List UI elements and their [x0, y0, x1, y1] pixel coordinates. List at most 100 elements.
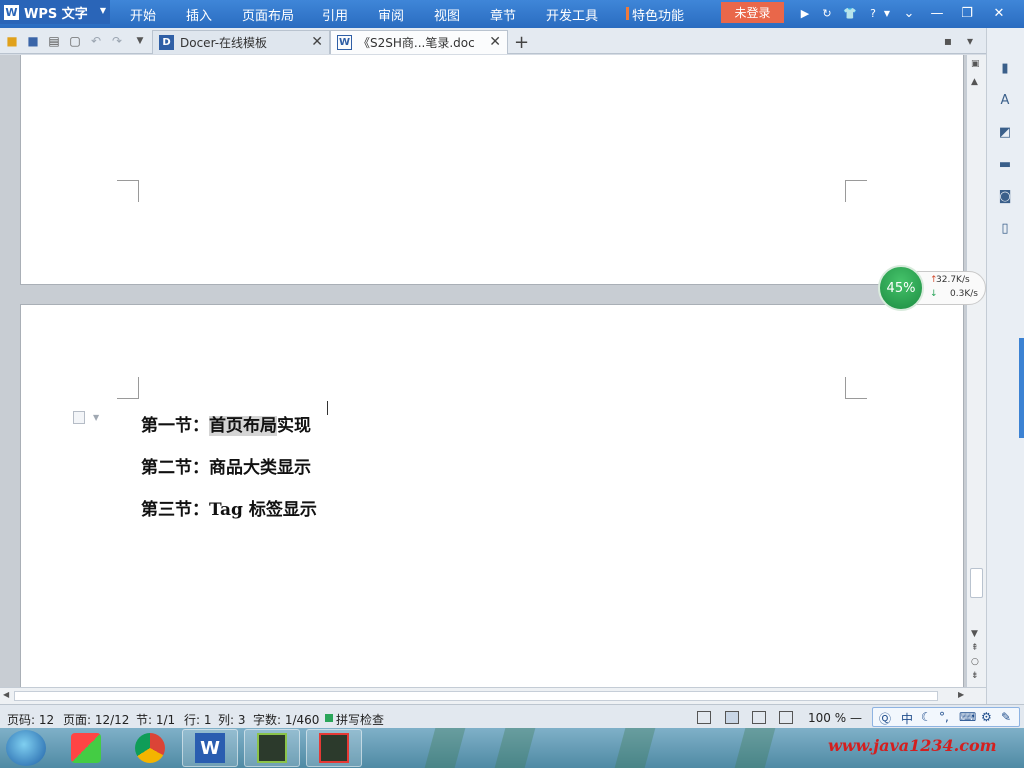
scroll-down-icon[interactable]: ▼: [971, 629, 978, 639]
sync-icon[interactable]: ↻: [820, 6, 834, 20]
punctuation-icon[interactable]: °,: [939, 710, 949, 724]
scroll-thumb[interactable]: [970, 568, 983, 598]
taskbar-app-recorder[interactable]: [244, 729, 300, 767]
moon-icon[interactable]: ☾: [921, 710, 932, 724]
wallpaper-decoration: [494, 728, 536, 768]
upload-speed: 32.7K/s: [936, 275, 970, 285]
close-icon[interactable]: ✕: [489, 34, 501, 50]
skin-icon[interactable]: 👕: [843, 6, 857, 20]
vertical-scrollbar[interactable]: ▣ ▲ ▼ ⇞ ○ ⇟: [966, 55, 986, 687]
line-prefix: 第一节：: [141, 416, 209, 436]
app-menu-button[interactable]: W WPS 文字 ▼: [0, 0, 110, 24]
collapse-ribbon-icon[interactable]: ⌄: [898, 4, 920, 22]
docer-icon: D: [159, 35, 174, 50]
taskbar-app-recorder-2[interactable]: [306, 729, 362, 767]
chevron-down-icon[interactable]: ▼: [132, 33, 148, 49]
word-count[interactable]: 字数: 1/460: [253, 711, 319, 728]
document-info-icon[interactable]: ▯: [997, 220, 1013, 236]
tab-developer[interactable]: 开发工具: [546, 5, 598, 24]
open-folder-icon[interactable]: ■: [4, 33, 20, 49]
doc-line-2[interactable]: 第二节：商品大类显示: [141, 453, 311, 478]
print-preview-icon[interactable]: ▢: [67, 33, 83, 49]
tab-features[interactable]: 特色功能: [632, 5, 684, 24]
margin-corner: [845, 180, 867, 202]
window-mode-icon[interactable]: ▪: [940, 33, 956, 49]
close-icon[interactable]: ✕: [311, 34, 323, 50]
tab-references[interactable]: 引用: [322, 5, 348, 24]
zoom-level[interactable]: 100 %: [808, 711, 846, 725]
tab-document[interactable]: W 《S2SH商...笔录.doc ✕: [330, 30, 508, 54]
chrome-icon: [135, 733, 165, 763]
chevron-down-icon[interactable]: ▼: [93, 413, 99, 422]
start-button[interactable]: [6, 730, 46, 766]
ime-language[interactable]: 中: [901, 710, 913, 727]
doc-line-3[interactable]: 第三节：Tag 标签显示: [141, 495, 317, 520]
tab-chapter[interactable]: 章节: [490, 5, 516, 24]
focus-mode-icon[interactable]: [697, 711, 711, 724]
undo-icon[interactable]: ↶: [88, 33, 104, 49]
split-view-icon[interactable]: ▣: [971, 59, 980, 69]
tab-review[interactable]: 审阅: [378, 5, 404, 24]
chevron-down-icon[interactable]: ▼: [880, 6, 894, 20]
ime-toolbar[interactable]: Ⓠ 中 ☾ °, ⌨ ⚙ ✎: [872, 707, 1020, 727]
new-document-icon[interactable]: ▮: [997, 60, 1013, 76]
chevron-down-icon: ▼: [99, 6, 106, 15]
add-tab-button[interactable]: +: [514, 32, 529, 53]
network-speed-widget[interactable]: 45% 32.7K/s ↑ ↓ 0.3K/s: [878, 265, 986, 311]
scroll-thumb[interactable]: [14, 691, 938, 701]
close-icon[interactable]: ✕: [988, 4, 1010, 22]
print-icon[interactable]: ▤: [46, 33, 62, 49]
select-icon[interactable]: ◩: [997, 124, 1013, 140]
document-page[interactable]: ▼ 第一节：首页布局实现 第二节：商品大类显示 第三节：Tag 标签显示: [20, 304, 964, 687]
wallpaper-decoration: [734, 728, 776, 768]
tab-home[interactable]: 开始: [130, 5, 156, 24]
page-view-icon[interactable]: [725, 711, 739, 724]
tab-label: Docer-在线模板: [180, 36, 268, 50]
save-icon[interactable]: ■: [25, 33, 41, 49]
margin-corner: [845, 377, 867, 399]
minimize-icon[interactable]: —: [926, 4, 948, 22]
windows-media-icon: [71, 733, 101, 763]
doc-line-1[interactable]: 第一节：首页布局实现: [141, 411, 311, 436]
play-icon[interactable]: ▶: [798, 6, 812, 20]
redo-icon[interactable]: ↷: [109, 33, 125, 49]
wallpaper-decoration: [424, 728, 466, 768]
screen-recorder-icon: [257, 733, 287, 763]
spell-check-button[interactable]: 拼写检查: [336, 711, 384, 728]
document-page[interactable]: [20, 55, 964, 285]
scroll-up-icon[interactable]: ▲: [971, 77, 978, 87]
style-icon[interactable]: A: [997, 92, 1013, 108]
tab-view[interactable]: 视图: [434, 5, 460, 24]
taskbar: W www.java1234.com: [0, 728, 1024, 768]
browse-object-icon[interactable]: ○: [971, 657, 979, 667]
taskbar-app-explorer[interactable]: [58, 729, 114, 767]
next-page-icon[interactable]: ⇟: [971, 671, 979, 681]
login-button[interactable]: 未登录: [721, 2, 784, 23]
outline-view-icon[interactable]: [752, 711, 766, 724]
prev-page-icon[interactable]: ⇞: [971, 643, 979, 653]
comment-icon[interactable]: ▬: [997, 156, 1013, 172]
tab-docer[interactable]: D Docer-在线模板 ✕: [152, 30, 330, 54]
tab-insert[interactable]: 插入: [186, 5, 212, 24]
restore-icon[interactable]: ❐: [956, 4, 978, 22]
tools-icon[interactable]: ✎: [1001, 710, 1011, 724]
document-area[interactable]: ▼ 第一节：首页布局实现 第二节：商品大类显示 第三节：Tag 标签显示: [0, 55, 986, 687]
help-icon[interactable]: ?: [866, 6, 880, 20]
taskbar-app-chrome[interactable]: [122, 729, 178, 767]
tab-menu-icon[interactable]: ▾: [962, 33, 978, 49]
ime-settings-icon[interactable]: ⚙: [981, 710, 992, 724]
backup-icon[interactable]: ◙: [997, 188, 1013, 204]
ime-logo-icon[interactable]: Ⓠ: [879, 710, 891, 727]
keyboard-icon[interactable]: ⌨: [959, 710, 976, 724]
scroll-left-icon[interactable]: ◀: [3, 690, 9, 699]
line-rest: 实现: [277, 416, 311, 436]
web-view-icon[interactable]: [779, 711, 793, 724]
zoom-out-icon[interactable]: —: [850, 711, 862, 725]
page-indicator[interactable]: 页面: 12/12: [63, 711, 129, 728]
taskbar-app-wps[interactable]: W: [182, 729, 238, 767]
tab-page-layout[interactable]: 页面布局: [242, 5, 294, 24]
paragraph-handle-icon[interactable]: [73, 411, 85, 424]
side-panel-toggle[interactable]: [1019, 338, 1024, 438]
scroll-right-icon[interactable]: ▶: [958, 690, 964, 699]
horizontal-scrollbar[interactable]: ◀ ▶: [0, 687, 986, 704]
